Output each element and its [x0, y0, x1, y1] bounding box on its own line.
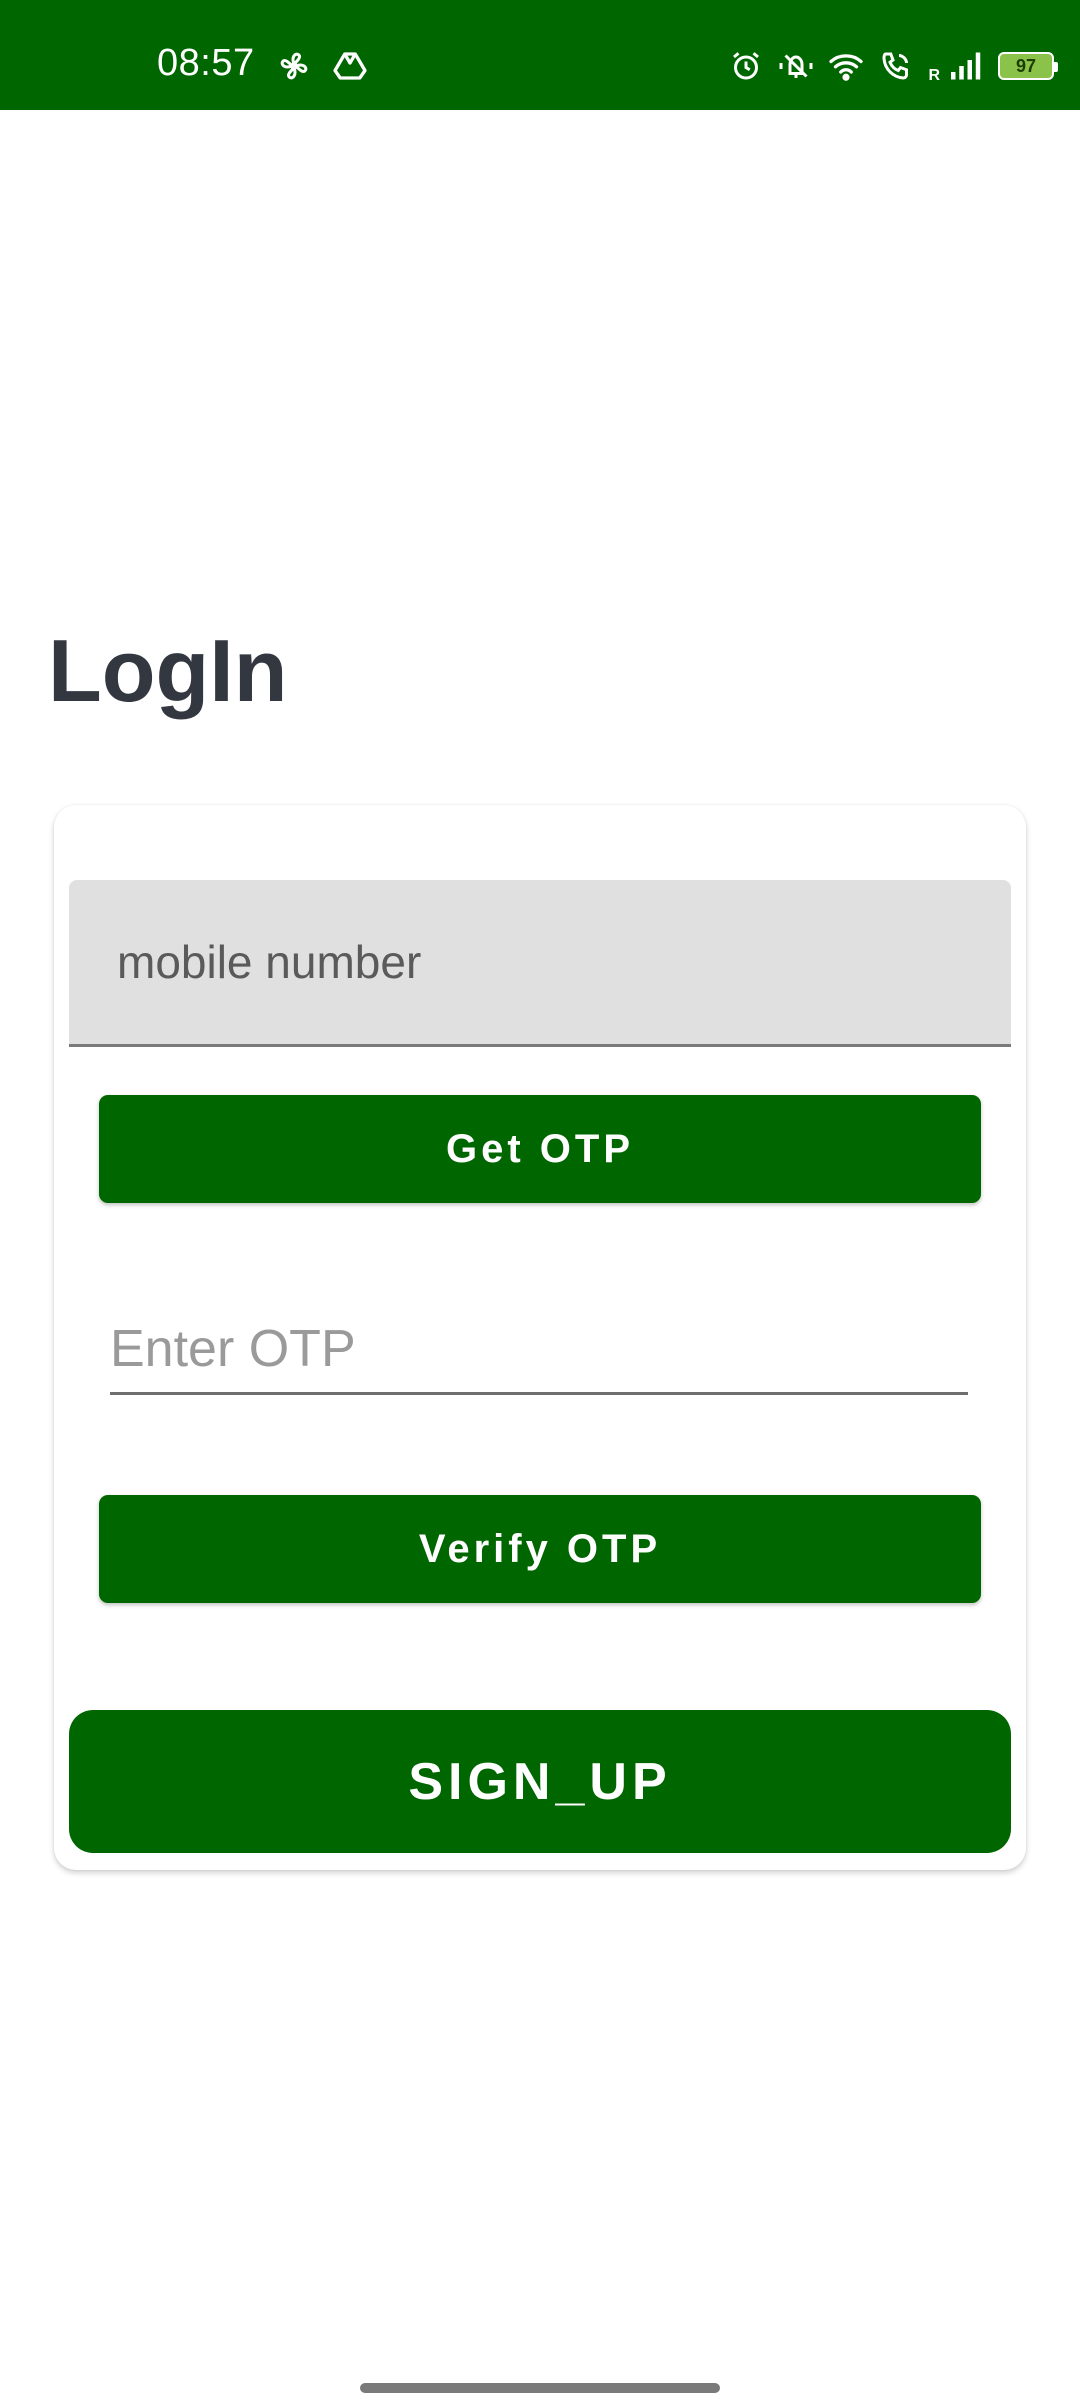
wifi-icon [828, 48, 864, 84]
signal-icon [948, 48, 984, 84]
home-indicator[interactable] [360, 2383, 720, 2393]
mobile-number-field[interactable] [69, 880, 1011, 1047]
verify-otp-button[interactable]: Verify OTP [99, 1495, 981, 1603]
fan-icon [276, 48, 312, 84]
get-otp-button[interactable]: Get OTP [99, 1095, 981, 1203]
drive-icon [332, 48, 368, 84]
status-bar: 08:57 R 97 [0, 0, 1080, 110]
page-title: LogIn [48, 621, 288, 720]
sign-up-button[interactable]: SIGN_UP [69, 1710, 1011, 1853]
mute-icon [778, 48, 814, 84]
battery-level: 97 [1015, 55, 1037, 76]
status-right-icons: R 97 [728, 48, 1058, 84]
roaming-indicator: R [928, 67, 940, 84]
battery-icon: 97 [998, 52, 1058, 80]
otp-field[interactable] [110, 1285, 968, 1395]
status-time: 08:57 [157, 42, 255, 84]
alarm-icon [728, 48, 764, 84]
wifi-call-icon [878, 48, 914, 84]
otp-input[interactable] [110, 1285, 968, 1392]
login-card: Get OTP Verify OTP SIGN_UP [54, 805, 1026, 1870]
mobile-number-input[interactable] [69, 880, 1011, 1044]
status-left-icons [276, 48, 368, 84]
